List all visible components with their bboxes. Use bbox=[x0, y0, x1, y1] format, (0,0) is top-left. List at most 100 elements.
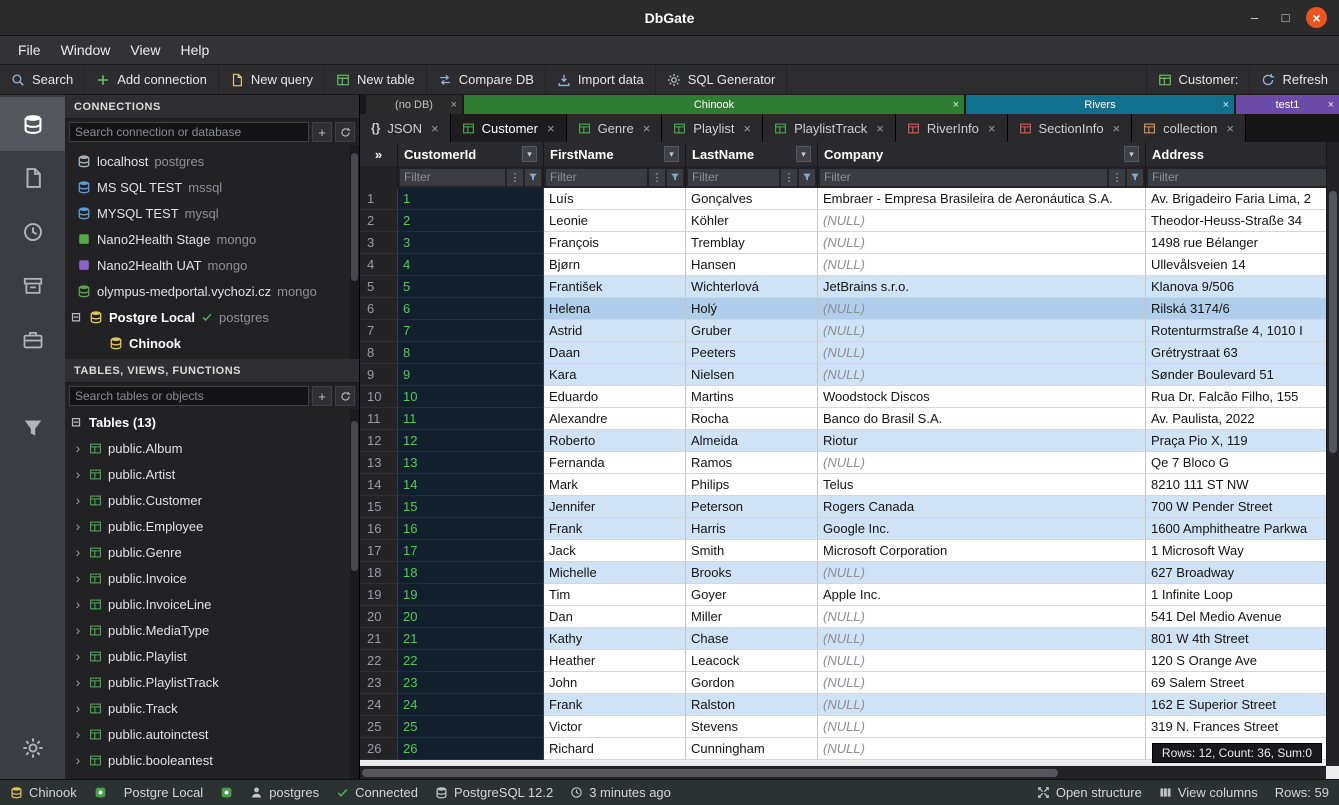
cell-company[interactable]: (NULL) bbox=[818, 298, 1146, 320]
chevron-right-icon[interactable]: › bbox=[73, 726, 83, 742]
cell-lastname[interactable]: Smith bbox=[686, 540, 818, 562]
cell-address[interactable]: Av. Brigadeiro Faria Lima, 2 bbox=[1146, 188, 1339, 210]
cell-firstname[interactable]: Luís bbox=[544, 188, 686, 210]
close-icon[interactable]: × bbox=[953, 99, 959, 111]
cell-lastname[interactable]: Brooks bbox=[686, 562, 818, 584]
cell-customerid[interactable]: 14 bbox=[398, 474, 544, 496]
cell-firstname[interactable]: Leonie bbox=[544, 210, 686, 232]
cell-lastname[interactable]: Cunningham bbox=[686, 738, 818, 760]
cell-lastname[interactable]: Gruber bbox=[686, 320, 818, 342]
cell-customerid[interactable]: 19 bbox=[398, 584, 544, 606]
row-number[interactable]: 21 bbox=[360, 628, 398, 650]
cell-firstname[interactable]: Roberto bbox=[544, 430, 686, 452]
status-3-minutes-ago[interactable]: 3 minutes ago bbox=[570, 785, 671, 800]
cell-customerid[interactable]: 3 bbox=[398, 232, 544, 254]
row-number[interactable]: 8 bbox=[360, 342, 398, 364]
file-tab-genre[interactable]: Genre× bbox=[567, 114, 663, 142]
toolbar-button-search[interactable]: Search bbox=[0, 65, 85, 94]
cell-lastname[interactable]: Philips bbox=[686, 474, 818, 496]
cell-customerid[interactable]: 10 bbox=[398, 386, 544, 408]
cell-company[interactable]: (NULL) bbox=[818, 452, 1146, 474]
cell-firstname[interactable]: Tim bbox=[544, 584, 686, 606]
vertical-scrollbar[interactable] bbox=[1326, 142, 1339, 766]
toolbar-button-add-connection[interactable]: Add connection bbox=[85, 65, 219, 94]
cell-company[interactable]: (NULL) bbox=[818, 562, 1146, 584]
cell-lastname[interactable]: Gordon bbox=[686, 672, 818, 694]
row-number[interactable]: 22 bbox=[360, 650, 398, 672]
cell-address[interactable]: 801 W 4th Street bbox=[1146, 628, 1339, 650]
row-number[interactable]: 14 bbox=[360, 474, 398, 496]
cell-lastname[interactable]: Leacock bbox=[686, 650, 818, 672]
cell-firstname[interactable]: Helena bbox=[544, 298, 686, 320]
row-number[interactable]: 23 bbox=[360, 672, 398, 694]
cell-company[interactable]: (NULL) bbox=[818, 210, 1146, 232]
cell-address[interactable]: Klanova 9/506 bbox=[1146, 276, 1339, 298]
cell-address[interactable]: 1600 Amphitheatre Parkwa bbox=[1146, 518, 1339, 540]
close-icon[interactable]: × bbox=[431, 121, 439, 136]
status-chinook[interactable]: Chinook bbox=[10, 785, 77, 800]
row-number[interactable]: 3 bbox=[360, 232, 398, 254]
cell-firstname[interactable]: Victor bbox=[544, 716, 686, 738]
table-item-public-album[interactable]: ›public.Album bbox=[65, 435, 359, 461]
cell-lastname[interactable]: Nielsen bbox=[686, 364, 818, 386]
menu-window[interactable]: Window bbox=[51, 38, 121, 62]
cell-company[interactable]: (NULL) bbox=[818, 650, 1146, 672]
row-number[interactable]: 4 bbox=[360, 254, 398, 276]
table-item-public-artist[interactable]: ›public.Artist bbox=[65, 461, 359, 487]
cell-address[interactable]: Av. Paulista, 2022 bbox=[1146, 408, 1339, 430]
cell-lastname[interactable]: Chase bbox=[686, 628, 818, 650]
connection-nano2health-stage[interactable]: Nano2Health Stagemongo bbox=[65, 226, 359, 252]
cell-firstname[interactable]: Bjørn bbox=[544, 254, 686, 276]
cell-company[interactable]: (NULL) bbox=[818, 342, 1146, 364]
cell-lastname[interactable]: Rocha bbox=[686, 408, 818, 430]
cell-customerid[interactable]: 9 bbox=[398, 364, 544, 386]
file-tab-playlist[interactable]: Playlist× bbox=[662, 114, 763, 142]
cell-company[interactable]: JetBrains s.r.o. bbox=[818, 276, 1146, 298]
column-dropdown-button[interactable]: ▾ bbox=[522, 146, 537, 162]
table-item-public-invoice[interactable]: ›public.Invoice bbox=[65, 565, 359, 591]
cell-company[interactable]: (NULL) bbox=[818, 694, 1146, 716]
table-item-public-autoinctest[interactable]: ›public.autoinctest bbox=[65, 721, 359, 747]
cell-lastname[interactable]: Goyer bbox=[686, 584, 818, 606]
chevron-right-icon[interactable]: › bbox=[73, 544, 83, 560]
close-icon[interactable]: × bbox=[1226, 121, 1234, 136]
cell-company[interactable]: (NULL) bbox=[818, 672, 1146, 694]
cell-company[interactable]: Embraer - Empresa Brasileira de Aeronáut… bbox=[818, 188, 1146, 210]
close-icon[interactable]: × bbox=[743, 121, 751, 136]
db-tab-rivers[interactable]: Rivers× bbox=[966, 95, 1234, 114]
cell-address[interactable]: Sønder Boulevard 51 bbox=[1146, 364, 1339, 386]
table-item-public-invoiceline[interactable]: ›public.InvoiceLine bbox=[65, 591, 359, 617]
row-number[interactable]: 7 bbox=[360, 320, 398, 342]
cell-address[interactable]: Rua Dr. Falcão Filho, 155 bbox=[1146, 386, 1339, 408]
row-number[interactable]: 10 bbox=[360, 386, 398, 408]
cell-lastname[interactable]: Martins bbox=[686, 386, 818, 408]
activitybar-database[interactable] bbox=[0, 97, 65, 151]
cell-company[interactable]: (NULL) bbox=[818, 628, 1146, 650]
cell-lastname[interactable]: Harris bbox=[686, 518, 818, 540]
chevron-right-icon[interactable]: › bbox=[73, 752, 83, 768]
db-tab-no-db[interactable]: (no DB)× bbox=[366, 95, 462, 114]
chevron-right-icon[interactable]: › bbox=[73, 440, 83, 456]
add-object-button[interactable]: + bbox=[312, 386, 332, 406]
cell-lastname[interactable]: Peeters bbox=[686, 342, 818, 364]
filter-menu-button[interactable] bbox=[525, 169, 541, 186]
close-icon[interactable]: × bbox=[988, 121, 996, 136]
column-dropdown-button[interactable]: ▾ bbox=[1124, 146, 1139, 162]
cell-address[interactable]: Rilská 3174/6 bbox=[1146, 298, 1339, 320]
cell-customerid[interactable]: 23 bbox=[398, 672, 544, 694]
row-number[interactable]: 11 bbox=[360, 408, 398, 430]
cell-company[interactable]: (NULL) bbox=[818, 606, 1146, 628]
cell-address[interactable]: 69 Salem Street bbox=[1146, 672, 1339, 694]
close-icon[interactable]: × bbox=[1223, 99, 1229, 111]
chevron-right-icon[interactable]: › bbox=[73, 648, 83, 664]
cell-customerid[interactable]: 21 bbox=[398, 628, 544, 650]
table-item-public-track[interactable]: ›public.Track bbox=[65, 695, 359, 721]
cell-firstname[interactable]: Heather bbox=[544, 650, 686, 672]
cell-company[interactable]: (NULL) bbox=[818, 364, 1146, 386]
table-item-public-playlist[interactable]: ›public.Playlist bbox=[65, 643, 359, 669]
cell-firstname[interactable]: Frank bbox=[544, 694, 686, 716]
cell-company[interactable]: Rogers Canada bbox=[818, 496, 1146, 518]
table-search-input[interactable] bbox=[69, 386, 309, 406]
menu-help[interactable]: Help bbox=[170, 38, 219, 62]
activitybar-history[interactable] bbox=[0, 205, 65, 259]
